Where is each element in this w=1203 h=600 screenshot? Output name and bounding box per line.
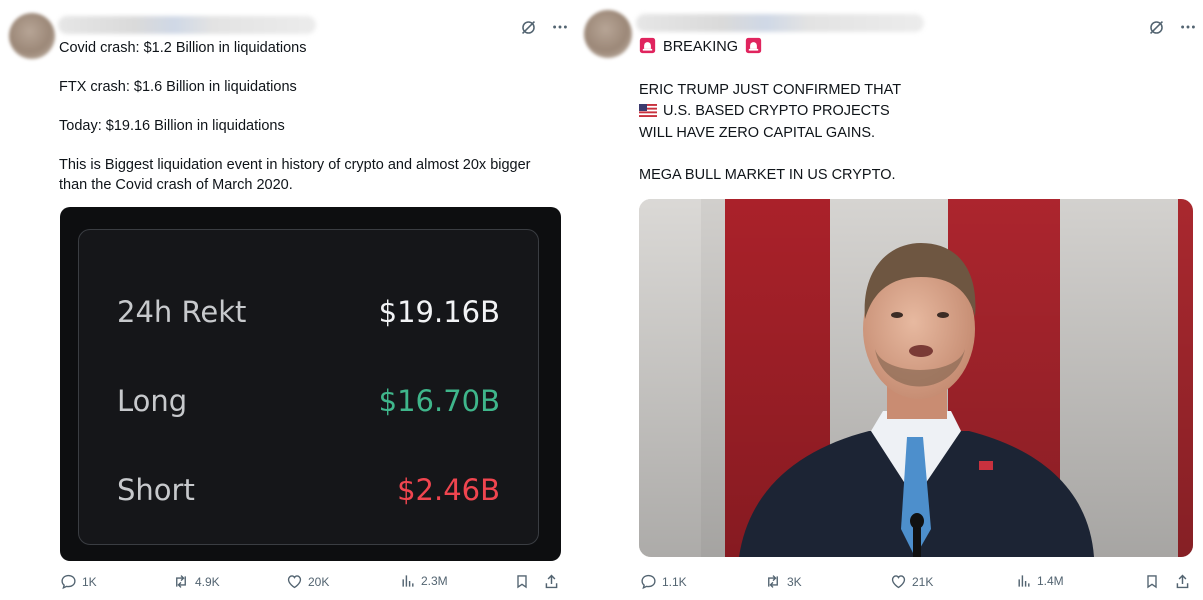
bookmark-icon	[514, 573, 530, 590]
like-count: 21K	[912, 574, 934, 589]
share-icon	[543, 573, 560, 590]
like-button[interactable]: 20K	[286, 573, 329, 590]
long-label: Long	[117, 384, 188, 418]
bookmark-button[interactable]	[514, 573, 530, 590]
share-icon	[1174, 573, 1191, 590]
views-icon	[400, 573, 416, 589]
repost-button[interactable]: 3K	[764, 573, 802, 590]
rekt-label: 24h Rekt	[117, 295, 247, 329]
liquidation-card-image[interactable]: 24h Rekt $19.16B Long $16.70B Short $2.4…	[60, 207, 561, 561]
short-value: $2.46B	[397, 473, 500, 507]
text-line: Covid crash: $1.2 Billion in liquidation…	[59, 40, 307, 56]
long-value: $16.70B	[378, 384, 500, 418]
reply-icon	[60, 573, 77, 590]
avatar[interactable]	[584, 10, 632, 58]
grok-icon[interactable]	[518, 17, 538, 37]
heart-icon	[286, 573, 303, 590]
repost-count: 4.9K	[195, 574, 220, 589]
views-icon	[1016, 573, 1032, 589]
repost-icon	[172, 573, 190, 590]
reply-button[interactable]: 1.1K	[640, 573, 687, 590]
views-button[interactable]: 2.3M	[400, 573, 448, 589]
text-line: This is Biggest liquidation event in his…	[59, 157, 531, 173]
rekt-value: $19.16B	[378, 295, 500, 329]
bookmark-icon	[1144, 573, 1160, 590]
post-left[interactable]: Covid crash: $1.2 Billion in liquidation…	[0, 0, 578, 600]
avatar[interactable]	[9, 13, 55, 59]
reply-icon	[640, 573, 657, 590]
text-line: than the Covid crash of March 2020.	[59, 176, 293, 193]
grok-icon[interactable]	[1146, 17, 1166, 37]
more-options-icon[interactable]	[550, 17, 570, 37]
repost-button[interactable]: 4.9K	[172, 573, 220, 590]
views-count: 2.3M	[421, 574, 448, 588]
views-count: 1.4M	[1037, 574, 1064, 588]
author-name-blurred[interactable]	[58, 16, 316, 34]
rekt-row-short: Short $2.46B	[117, 470, 500, 510]
breaking-line: BREAKING	[639, 37, 901, 59]
siren-icon	[639, 37, 656, 54]
text-line: U.S. BASED CRYPTO PROJECTS	[663, 103, 890, 119]
text-line: MEGA BULL MARKET IN US CRYPTO.	[639, 167, 896, 183]
rekt-row-long: Long $16.70B	[117, 381, 500, 421]
like-button[interactable]: 21K	[890, 573, 933, 590]
speaker-photo[interactable]	[639, 199, 1193, 557]
repost-count: 3K	[787, 574, 802, 589]
author-name-blurred[interactable]	[636, 14, 924, 32]
views-button[interactable]: 1.4M	[1016, 573, 1064, 589]
repost-icon	[764, 573, 782, 590]
text-line: Today: $19.16 Billion in liquidations	[59, 118, 285, 134]
short-label: Short	[117, 473, 195, 507]
text-line: FTX crash: $1.6 Billion in liquidations	[59, 79, 297, 95]
share-button[interactable]	[543, 573, 560, 590]
reply-count: 1K	[82, 574, 97, 589]
text-line: ERIC TRUMP JUST CONFIRMED THAT	[639, 81, 902, 98]
siren-icon	[745, 37, 762, 54]
breaking-label: BREAKING	[663, 39, 738, 55]
text-line: WILL HAVE ZERO CAPITAL GAINS.	[639, 124, 876, 141]
heart-icon	[890, 573, 907, 590]
rekt-row-total: 24h Rekt $19.16B	[117, 292, 500, 332]
speaker-photo-illustration	[639, 199, 1193, 557]
liquidation-card-panel: 24h Rekt $19.16B Long $16.70B Short $2.4…	[78, 229, 539, 545]
post-right[interactable]: BREAKING ERIC TRUMP JUST CONFIRMED THAT …	[578, 0, 1203, 600]
reply-button[interactable]: 1K	[60, 573, 97, 590]
reply-count: 1.1K	[662, 574, 687, 589]
like-count: 20K	[308, 574, 330, 589]
more-options-icon[interactable]	[1178, 17, 1198, 37]
share-button[interactable]	[1174, 573, 1191, 590]
tweet-text: Covid crash: $1.2 Billion in liquidation…	[59, 39, 531, 195]
tweet-text: BREAKING ERIC TRUMP JUST CONFIRMED THAT …	[639, 37, 901, 187]
bookmark-button[interactable]	[1144, 573, 1160, 590]
text-line-with-flag: U.S. BASED CRYPTO PROJECTS	[639, 101, 901, 123]
us-flag-icon	[639, 103, 657, 117]
